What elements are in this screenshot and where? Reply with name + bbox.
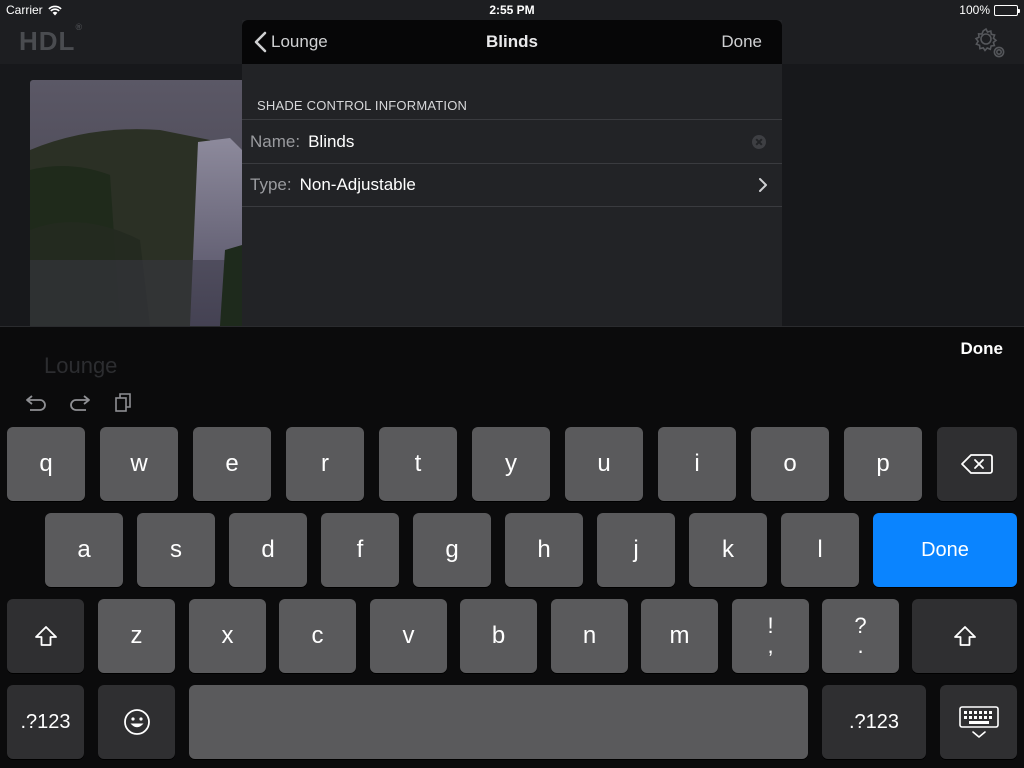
- key-k[interactable]: k: [689, 513, 767, 587]
- key-u[interactable]: u: [565, 427, 643, 501]
- key-p[interactable]: p: [844, 427, 922, 501]
- key-a[interactable]: a: [45, 513, 123, 587]
- key-t[interactable]: t: [379, 427, 457, 501]
- key-l[interactable]: l: [781, 513, 859, 587]
- dismiss-keyboard-key[interactable]: [940, 685, 1017, 759]
- key-b[interactable]: b: [460, 599, 537, 673]
- redo-icon[interactable]: [68, 391, 92, 413]
- key-n[interactable]: n: [551, 599, 628, 673]
- numbers-key-right[interactable]: .?123: [822, 685, 926, 759]
- popover-nav-bar: Lounge Blinds Done: [242, 20, 782, 64]
- key-g[interactable]: g: [413, 513, 491, 587]
- back-button-label: Lounge: [271, 32, 328, 51]
- name-input[interactable]: Blinds: [308, 132, 354, 152]
- key-d[interactable]: d: [229, 513, 307, 587]
- key-h[interactable]: h: [505, 513, 583, 587]
- status-time: 2:55 PM: [489, 3, 535, 17]
- shift-icon: [34, 626, 57, 646]
- key-s[interactable]: s: [137, 513, 215, 587]
- keyboard-done-button[interactable]: Done: [961, 339, 1004, 359]
- back-button[interactable]: Lounge: [254, 20, 328, 64]
- chevron-left-icon: [254, 31, 267, 53]
- key-period-label: .: [857, 633, 864, 658]
- name-row[interactable]: Name: Blinds: [242, 119, 782, 163]
- key-exclamation-comma[interactable]: ! ,: [732, 599, 809, 673]
- key-m[interactable]: m: [641, 599, 718, 673]
- emoji-icon: [123, 709, 150, 735]
- room-name-label-behind: Lounge: [44, 353, 118, 378]
- key-o[interactable]: o: [751, 427, 829, 501]
- type-label: Type:: [250, 175, 292, 194]
- key-i[interactable]: i: [658, 427, 736, 501]
- undo-icon[interactable]: [24, 391, 48, 413]
- key-x[interactable]: x: [189, 599, 266, 673]
- key-c[interactable]: c: [279, 599, 356, 673]
- popover-done-button[interactable]: Done: [721, 20, 762, 64]
- key-r[interactable]: r: [286, 427, 364, 501]
- key-q[interactable]: q: [7, 427, 85, 501]
- shortcut-bar: [24, 391, 134, 413]
- shade-popover: Lounge Blinds Done SHADE CONTROL INFORMA…: [242, 20, 782, 326]
- battery-icon: [994, 4, 1020, 16]
- status-bar: Carrier 2:55 PM 100%: [0, 0, 1024, 20]
- name-label: Name:: [250, 131, 301, 151]
- battery-percent: 100%: [959, 3, 990, 17]
- key-w[interactable]: w: [100, 427, 178, 501]
- keyboard-dismiss-icon: [958, 706, 999, 738]
- shift-icon: [953, 626, 976, 646]
- section-header: SHADE CONTROL INFORMATION: [257, 98, 468, 113]
- paste-icon[interactable]: [112, 391, 134, 413]
- key-y[interactable]: y: [472, 427, 550, 501]
- key-comma-label: ,: [767, 633, 774, 658]
- hdl-logo: HDL®: [19, 22, 84, 56]
- room-photo[interactable]: [30, 80, 242, 326]
- shift-key-left[interactable]: [7, 599, 84, 673]
- key-v[interactable]: v: [370, 599, 447, 673]
- key-j[interactable]: j: [597, 513, 675, 587]
- return-done-key[interactable]: Done: [873, 513, 1017, 587]
- shift-key-right[interactable]: [912, 599, 1017, 673]
- backspace-icon: [961, 454, 993, 474]
- type-value: Non-Adjustable: [299, 175, 416, 194]
- clear-text-icon[interactable]: [752, 135, 766, 149]
- key-z[interactable]: z: [98, 599, 175, 673]
- chevron-right-icon: [759, 178, 767, 192]
- space-key[interactable]: [189, 685, 808, 759]
- battery-indicator: 100%: [959, 3, 1020, 17]
- type-row[interactable]: Type: Non-Adjustable: [242, 163, 782, 207]
- key-question-period[interactable]: ? .: [822, 599, 899, 673]
- emoji-key[interactable]: [98, 685, 175, 759]
- on-screen-keyboard: Lounge Done q w e r t y u i o p a s d f …: [0, 326, 1024, 768]
- key-f[interactable]: f: [321, 513, 399, 587]
- backspace-key[interactable]: [937, 427, 1017, 501]
- key-e[interactable]: e: [193, 427, 271, 501]
- settings-gear-icon[interactable]: [972, 25, 1006, 59]
- waterfall-image: [30, 80, 242, 326]
- numbers-key-left[interactable]: .?123: [7, 685, 84, 759]
